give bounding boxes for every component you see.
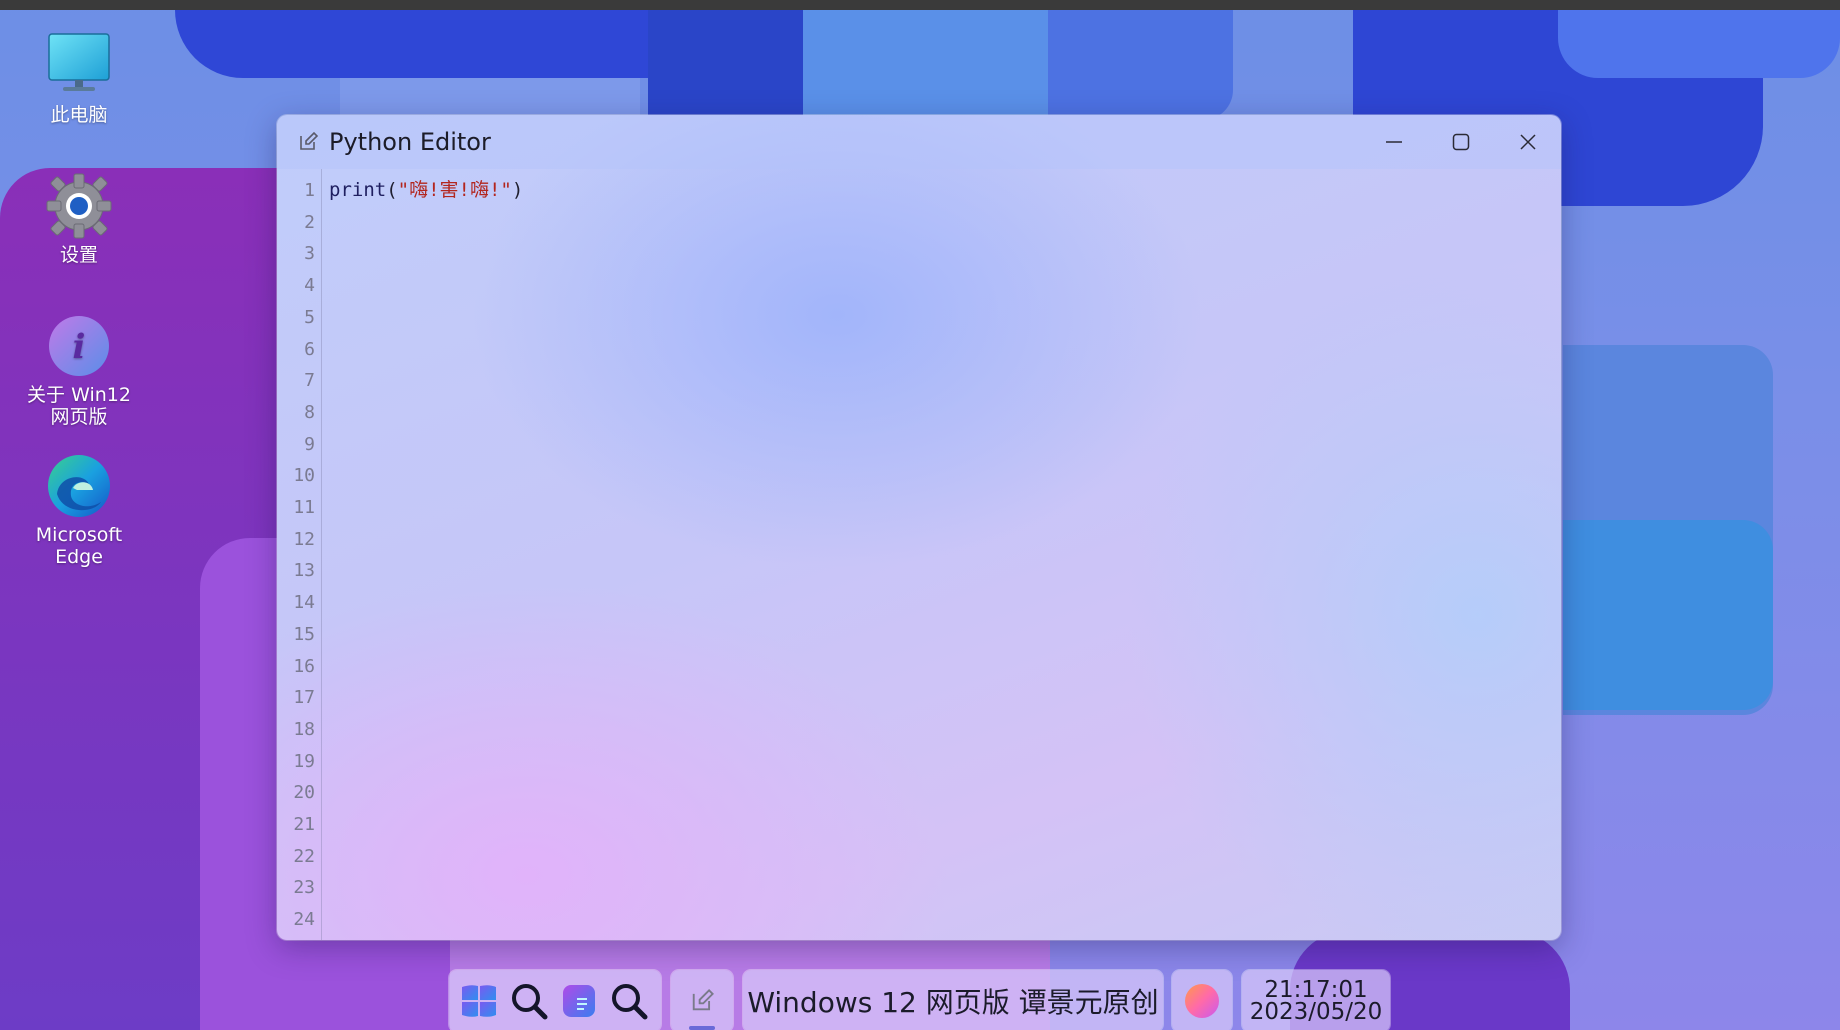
taskbar-start-group xyxy=(449,970,661,1030)
maximize-icon xyxy=(1452,133,1469,151)
minimize-button[interactable] xyxy=(1360,115,1427,169)
top-edge xyxy=(0,0,1840,10)
code-paren-open: ( xyxy=(386,179,398,201)
desktop-icon-label: 关于 Win12 网页版 xyxy=(27,384,131,428)
wallpaper-shape xyxy=(648,10,803,120)
line-number: 9 xyxy=(304,433,315,455)
line-number: 4 xyxy=(304,275,315,297)
line-number: 6 xyxy=(304,338,315,360)
taskbar-banner: Windows 12 网页版 谭景元原创 xyxy=(743,970,1163,1030)
search-icon xyxy=(512,984,548,1020)
monitor-icon xyxy=(48,33,110,91)
desktop-icon-this-pc[interactable]: 此电脑 xyxy=(19,30,139,126)
taskbar-color-group xyxy=(1172,970,1232,1030)
line-number: 21 xyxy=(293,814,315,835)
code-function: print xyxy=(329,179,387,201)
desktop-icon-label: 设置 xyxy=(59,244,98,266)
widgets-icon xyxy=(563,985,595,1017)
minimize-icon xyxy=(1385,141,1402,143)
line-number: 20 xyxy=(293,782,315,804)
banner-text-container: Windows 12 网页版 谭景元原创 xyxy=(743,970,1163,1030)
line-number: 10 xyxy=(293,465,315,487)
info-icon: i xyxy=(49,316,109,376)
search-icon xyxy=(612,984,648,1020)
edge-browser-icon xyxy=(48,455,110,517)
line-number: 1 xyxy=(304,180,315,201)
line-number: 23 xyxy=(293,877,315,899)
line-number: 7 xyxy=(304,370,315,392)
line-number: 14 xyxy=(293,592,315,614)
line-number: 22 xyxy=(293,845,315,867)
window-title: Python Editor xyxy=(329,128,491,156)
taskbar-python-editor[interactable] xyxy=(671,970,733,1030)
desktop-icon-label: 此电脑 xyxy=(50,104,108,126)
line-number: 5 xyxy=(304,306,315,328)
color-orb-icon xyxy=(1185,984,1219,1018)
line-number: 3 xyxy=(304,243,315,265)
search-button[interactable] xyxy=(505,970,553,1030)
code-string: "嗨!害!嗨!" xyxy=(397,179,512,201)
windows-logo-icon xyxy=(462,985,496,1017)
line-number: 19 xyxy=(293,750,315,772)
line-number: 13 xyxy=(293,560,315,582)
close-button[interactable] xyxy=(1494,115,1561,169)
taskbar-apps-group xyxy=(671,970,733,1030)
gear-icon xyxy=(46,173,112,239)
close-icon xyxy=(1519,134,1536,150)
search-button-2[interactable] xyxy=(605,970,653,1030)
start-button[interactable] xyxy=(455,970,503,1030)
wallpaper-shape xyxy=(340,78,640,118)
python-editor-window: Python Editor 1 2 3 4 5 6 7 8 9 10 11 12 13 14 15 16 17 1… xyxy=(277,115,1561,940)
desktop-icon-settings[interactable]: 设置 xyxy=(19,170,139,266)
taskbar-clock-group: 21:17:01 2023/05/20 xyxy=(1242,970,1390,1030)
line-number: 2 xyxy=(304,211,315,233)
line-number: 24 xyxy=(293,909,315,931)
line-number: 11 xyxy=(293,497,315,518)
line-number: 8 xyxy=(304,401,315,423)
wallpaper-shape xyxy=(1558,10,1840,78)
desktop-icon-about[interactable]: i 关于 Win12 网页版 xyxy=(19,310,139,428)
clock-time: 21:17:01 xyxy=(1264,977,1368,1003)
window-titlebar[interactable]: Python Editor xyxy=(277,115,1561,169)
wallpaper-shape xyxy=(1563,520,1773,710)
line-number: 12 xyxy=(293,528,315,550)
banner-text: Windows 12 网页版 谭景元原创 xyxy=(747,986,1159,1019)
line-number: 17 xyxy=(293,687,315,709)
line-number: 18 xyxy=(293,718,315,740)
wallpaper-shape xyxy=(1048,10,1233,120)
code-editor-area[interactable]: print("嗨!害!嗨!") xyxy=(329,179,523,201)
line-number: 15 xyxy=(293,623,315,645)
active-app-indicator xyxy=(689,1026,715,1030)
theme-button[interactable] xyxy=(1172,970,1232,1030)
window-controls xyxy=(1360,115,1561,169)
desktop-icon-label: Microsoft Edge xyxy=(35,524,123,568)
widgets-button[interactable] xyxy=(555,970,603,1030)
wallpaper-shape xyxy=(803,10,1048,120)
maximize-button[interactable] xyxy=(1427,115,1494,169)
desktop: 此电脑 设置 i 关于 Win12 网页版 Microsoft Edge Pyt… xyxy=(0,0,1840,1030)
edit-icon xyxy=(300,131,319,150)
clock-date: 2023/05/20 xyxy=(1249,999,1383,1025)
edit-icon xyxy=(692,989,714,1011)
code-paren-close: ) xyxy=(511,179,524,201)
svg-text:i: i xyxy=(73,327,86,367)
desktop-icon-edge[interactable]: Microsoft Edge xyxy=(19,450,139,568)
line-number: 16 xyxy=(293,655,315,677)
line-number-gutter: 1 2 3 4 5 6 7 8 9 10 11 12 13 14 15 16 17 18 19 20 21 22 23 24 xyxy=(277,169,322,940)
clock[interactable]: 21:17:01 2023/05/20 xyxy=(1242,970,1390,1030)
